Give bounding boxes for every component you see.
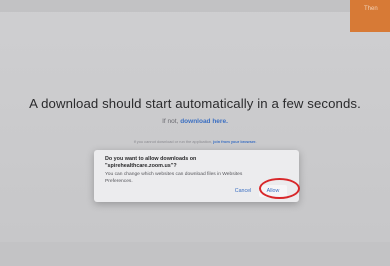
bottom-bar [0, 242, 390, 266]
download-here-link[interactable]: download here. [180, 118, 228, 125]
zoom-launch-page: Then A download should start automatical… [0, 0, 390, 266]
download-subline: If not, download here. [0, 118, 390, 125]
top-bar [0, 0, 390, 12]
subline-prefix: If not, [162, 118, 179, 125]
cancel-button[interactable]: Cancel [230, 186, 256, 197]
join-from-browser-link[interactable]: join from your browser. [213, 139, 256, 144]
browser-hint: If you cannot download or run the applic… [0, 139, 390, 144]
corner-button[interactable]: Then [350, 0, 390, 32]
dialog-title: Do you want to allow downloads on "spire… [105, 156, 197, 169]
download-headline: A download should start automatically in… [29, 96, 361, 111]
allow-highlight-circle [259, 178, 300, 199]
dialog-body: You can change which websites can downlo… [105, 172, 243, 184]
hint-prefix: If you cannot download or run the applic… [133, 139, 213, 144]
